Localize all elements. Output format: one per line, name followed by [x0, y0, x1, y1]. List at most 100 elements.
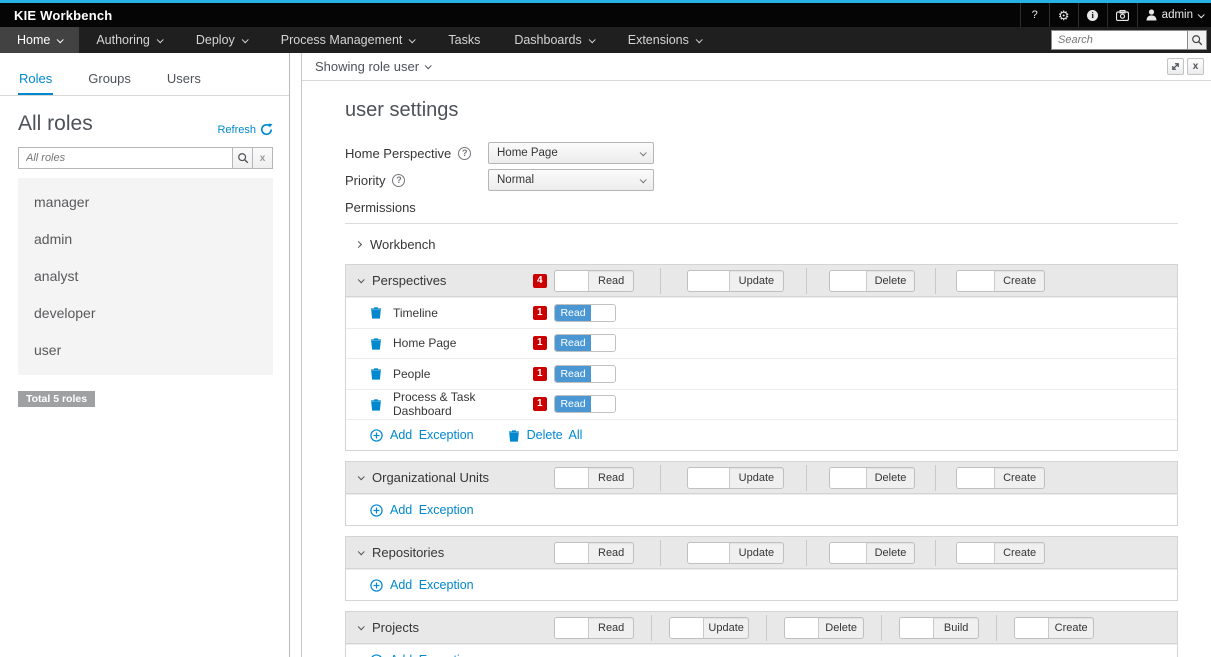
apps-button[interactable]: [1107, 3, 1137, 27]
update-toggle[interactable]: Update: [669, 617, 749, 639]
add-exception-link[interactable]: Add Exception: [370, 653, 474, 657]
create-toggle[interactable]: Create: [1014, 617, 1094, 639]
trash-icon[interactable]: [370, 398, 382, 411]
roles-search-button[interactable]: [233, 147, 253, 169]
toggle-knob: [830, 271, 867, 291]
refresh-button[interactable]: Refresh: [217, 123, 273, 136]
help-icon[interactable]: ?: [392, 174, 405, 187]
read-toggle[interactable]: Read: [554, 617, 634, 639]
panel-title-dropdown[interactable]: Showing role user: [315, 59, 430, 74]
column-separator: [935, 465, 936, 491]
chevron-down-icon: [358, 548, 365, 555]
list-item-role-user[interactable]: user: [18, 332, 273, 369]
nav-item-tasks[interactable]: Tasks: [431, 27, 497, 53]
read-toggle[interactable]: Read: [554, 542, 634, 564]
column-separator: [806, 268, 807, 294]
exception-row-process-task-dashboard: Process & Task Dashboard 1 Read: [346, 389, 1177, 420]
refresh-icon: [260, 123, 273, 136]
read-toggle[interactable]: Read: [554, 270, 634, 292]
list-item-role-analyst[interactable]: analyst: [18, 258, 273, 295]
list-item-role-developer[interactable]: developer: [18, 295, 273, 332]
maximize-button[interactable]: [1167, 58, 1184, 75]
close-button[interactable]: x: [1187, 58, 1204, 75]
column-separator: [806, 540, 807, 566]
read-toggle-on[interactable]: Read: [554, 365, 616, 383]
delete-toggle[interactable]: Delete: [829, 467, 915, 489]
nav-item-authoring[interactable]: Authoring: [79, 27, 179, 53]
workbench-tree-node[interactable]: Workbench: [345, 224, 1178, 264]
nav-item-deploy[interactable]: Deploy: [179, 27, 264, 53]
trash-icon[interactable]: [370, 306, 382, 319]
build-toggle[interactable]: Build: [899, 617, 979, 639]
roles-search-input[interactable]: [18, 147, 233, 169]
global-search-input[interactable]: [1051, 30, 1187, 50]
chevron-down-icon: [1198, 11, 1205, 18]
section-repositories-toggle[interactable]: Repositories: [358, 545, 533, 560]
nav-item-home[interactable]: Home: [0, 27, 79, 53]
panel-title-label: Showing role user: [315, 59, 419, 74]
help-button[interactable]: ?: [1020, 3, 1049, 27]
delete-toggle[interactable]: Delete: [829, 270, 915, 292]
selected-value: Home Page: [497, 147, 558, 159]
priority-select[interactable]: Normal: [488, 169, 654, 191]
create-toggle[interactable]: Create: [956, 270, 1045, 292]
apps-icon: [1116, 10, 1129, 21]
about-button[interactable]: i: [1078, 3, 1107, 27]
home-perspective-select[interactable]: Home Page: [488, 142, 654, 164]
nav-label: Authoring: [96, 33, 150, 47]
update-toggle[interactable]: Update: [687, 467, 784, 489]
column-separator: [935, 268, 936, 294]
toggle-label: Delete: [867, 468, 914, 488]
section-projects-toggle[interactable]: Projects: [358, 620, 533, 635]
list-item-role-manager[interactable]: manager: [18, 184, 273, 221]
read-toggle-on[interactable]: Read: [554, 304, 616, 322]
read-toggle-on[interactable]: Read: [554, 395, 616, 413]
delete-all-link[interactable]: Delete All: [508, 428, 583, 442]
settings-button[interactable]: ⚙: [1049, 3, 1078, 27]
help-icon[interactable]: ?: [458, 147, 471, 160]
tab-users[interactable]: Users: [166, 67, 202, 95]
gear-icon: ⚙: [1058, 9, 1070, 22]
delete-toggle[interactable]: Delete: [784, 617, 864, 639]
global-search-button[interactable]: [1187, 30, 1207, 50]
toggle-knob: [555, 618, 589, 638]
panel-gap: [290, 53, 301, 657]
toggle-label: Read: [555, 366, 591, 382]
roles-search-clear-button[interactable]: x: [253, 147, 273, 169]
delete-toggle[interactable]: Delete: [829, 542, 915, 564]
trash-icon[interactable]: [370, 337, 382, 350]
section-title: Repositories: [372, 545, 444, 560]
section-perspectives-toggle[interactable]: Perspectives: [358, 273, 533, 288]
create-toggle[interactable]: Create: [956, 542, 1045, 564]
add-exception-link[interactable]: Add Exception: [370, 428, 474, 442]
section-organizational-units-toggle[interactable]: Organizational Units: [358, 470, 533, 485]
toggle-label: Update: [730, 271, 783, 291]
tab-roles[interactable]: Roles: [18, 67, 53, 95]
nav-label: Extensions: [628, 33, 689, 47]
update-toggle[interactable]: Update: [687, 542, 784, 564]
update-toggle[interactable]: Update: [687, 270, 784, 292]
page-title: user settings: [345, 99, 1178, 122]
tab-groups[interactable]: Groups: [87, 67, 132, 95]
nav-item-extensions[interactable]: Extensions: [611, 27, 718, 53]
toggle-label: Create: [1049, 618, 1093, 638]
nav-item-dashboards[interactable]: Dashboards: [497, 27, 610, 53]
add-exception-link[interactable]: Add Exception: [370, 503, 474, 517]
create-toggle[interactable]: Create: [956, 467, 1045, 489]
list-item-role-admin[interactable]: admin: [18, 221, 273, 258]
chevron-down-icon: [588, 36, 595, 43]
roles-header-row: All roles Refresh: [18, 112, 273, 136]
toggle-knob: [957, 543, 995, 563]
user-menu[interactable]: admin: [1137, 3, 1211, 27]
toggle-knob: [555, 543, 589, 563]
priority-row: Priority ? Normal: [345, 169, 1178, 191]
read-toggle-on[interactable]: Read: [554, 334, 616, 352]
exception-label: People: [393, 367, 533, 381]
trash-icon[interactable]: [370, 367, 382, 380]
toggle-knob: [1015, 618, 1049, 638]
read-toggle[interactable]: Read: [554, 467, 634, 489]
add-exception-link[interactable]: Add Exception: [370, 578, 474, 592]
chevron-down-icon: [57, 36, 64, 43]
nav-label: Deploy: [196, 33, 235, 47]
nav-item-process-management[interactable]: Process Management: [264, 27, 432, 53]
